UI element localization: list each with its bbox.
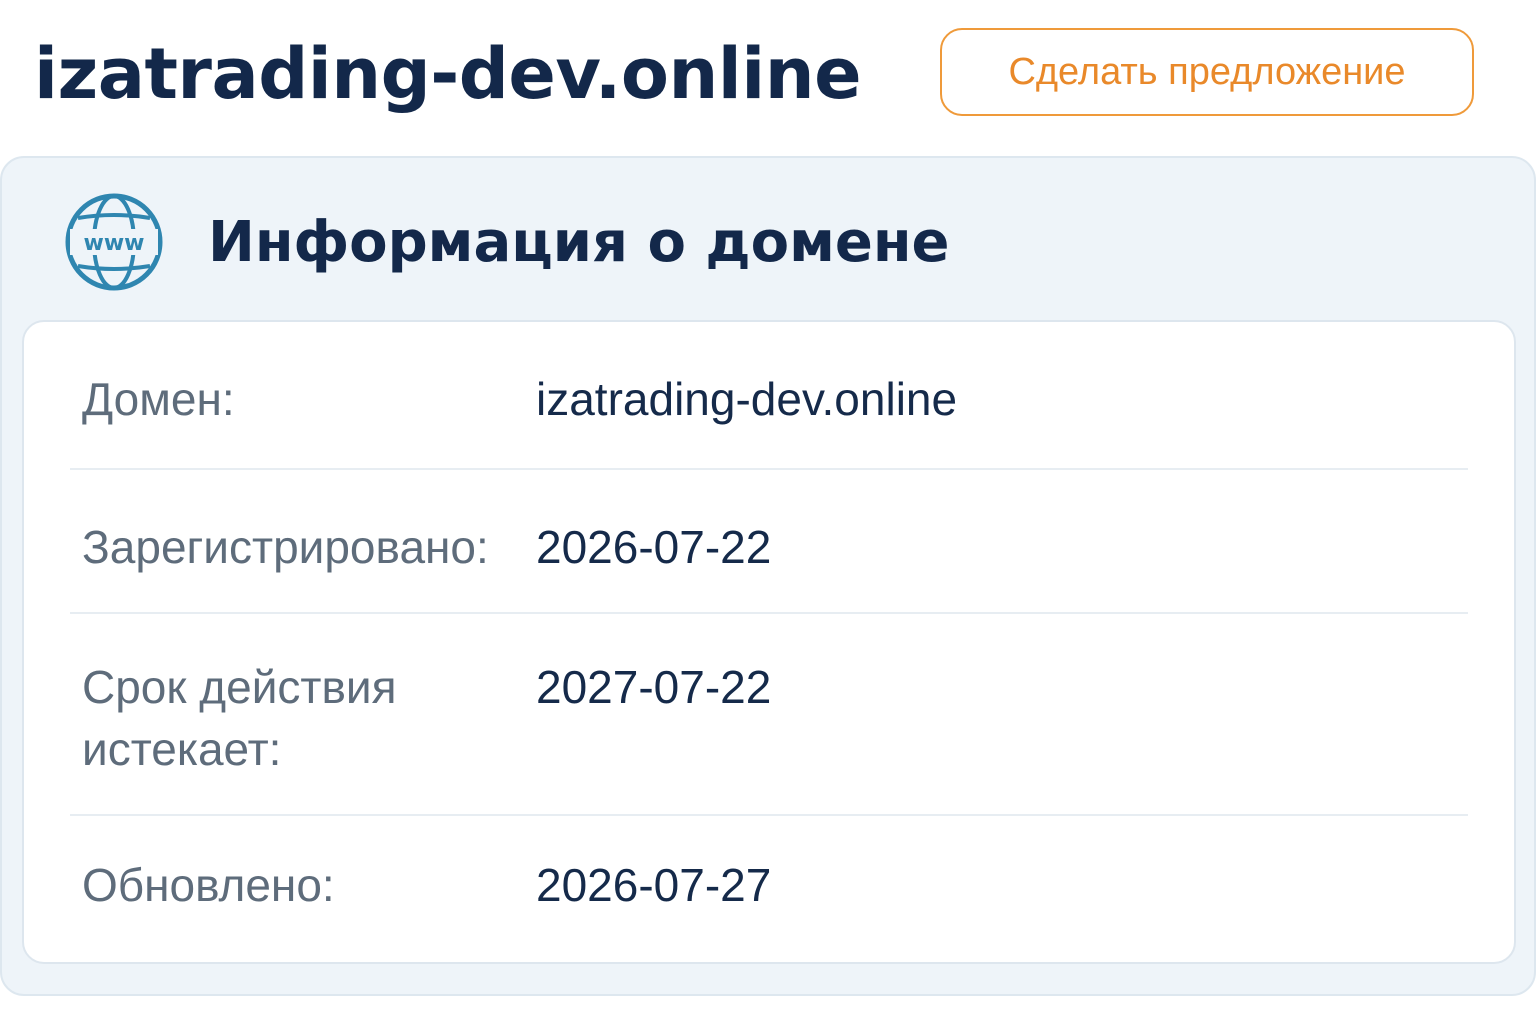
row-value: 2026-07-22	[536, 521, 772, 573]
info-row-registered: Зарегистрировано: 2026-07-22	[70, 470, 1468, 614]
row-value: 2027-07-22	[536, 661, 772, 713]
www-icon-text: www	[84, 231, 145, 256]
row-label: Обновлено:	[82, 859, 335, 911]
domain-info-card: Домен: izatrading-dev.online Зарегистрир…	[22, 320, 1516, 964]
row-label: Зарегистрировано:	[82, 521, 489, 573]
info-row-expires: Срок действия истекает: 2027-07-22	[70, 614, 1468, 816]
panel-header: www Информация о домене	[64, 192, 950, 292]
www-globe-icon: www	[65, 193, 163, 291]
page: izatrading-dev.online Сделать предложени…	[0, 0, 1536, 1024]
make-offer-button[interactable]: Сделать предложение	[940, 28, 1474, 116]
row-value: 2026-07-27	[536, 859, 772, 911]
row-value: izatrading-dev.online	[536, 373, 958, 425]
row-label: Домен:	[82, 373, 235, 425]
info-row-domain: Домен: izatrading-dev.online	[70, 322, 1468, 470]
domain-info-panel: www Информация о домене Домен: izatradin…	[0, 156, 1536, 996]
info-row-updated: Обновлено: 2026-07-27	[70, 816, 1468, 962]
panel-title: Информация о домене	[208, 209, 950, 275]
site-title: izatrading-dev.online	[34, 33, 862, 115]
row-label: Срок действия истекает:	[82, 661, 397, 775]
header: izatrading-dev.online Сделать предложени…	[0, 0, 1536, 150]
